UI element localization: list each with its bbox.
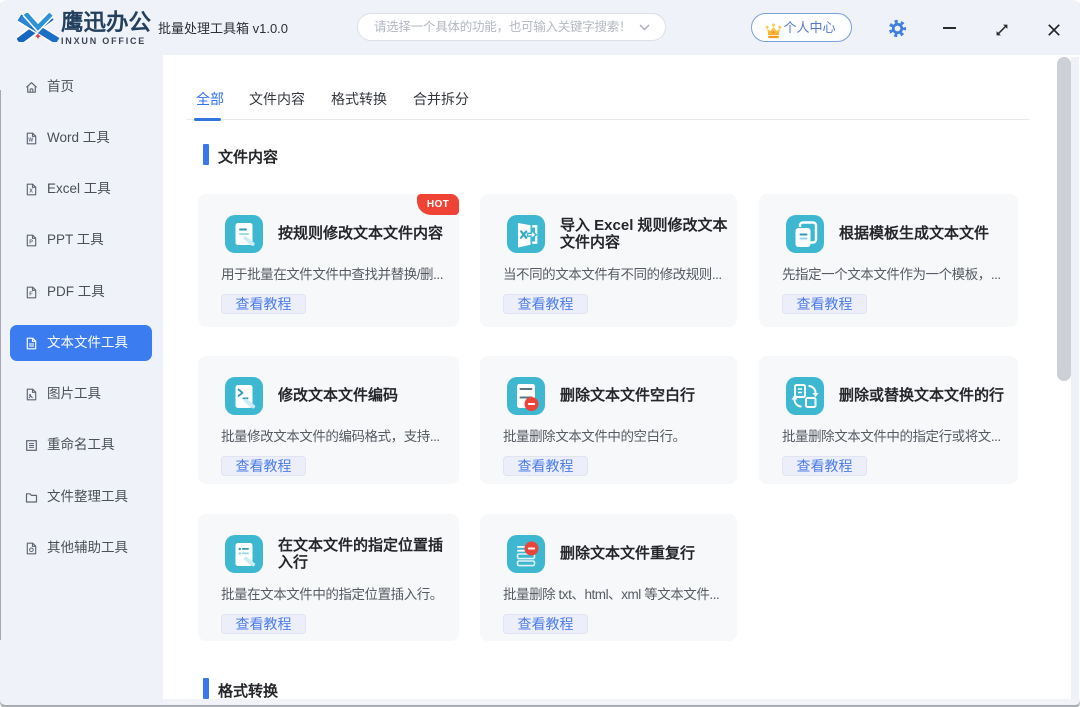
svg-text:P: P xyxy=(29,240,33,246)
svg-text:X: X xyxy=(29,189,33,195)
svg-text:W: W xyxy=(28,138,33,144)
svg-text:F: F xyxy=(29,291,33,297)
